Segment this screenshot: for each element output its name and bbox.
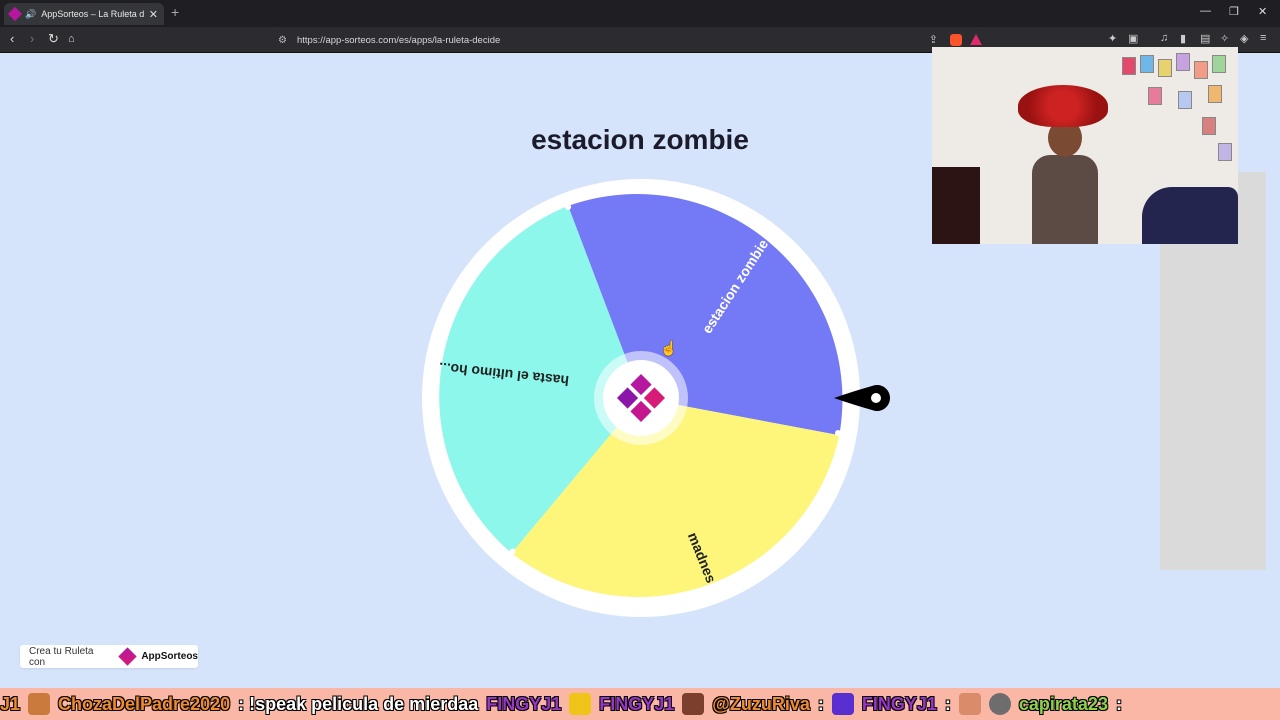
brave-shields-icon[interactable] — [950, 34, 962, 46]
share-icon[interactable]: ⇪ — [929, 33, 938, 46]
new-tab-button[interactable]: + — [171, 4, 179, 20]
wallet-icon[interactable]: ▤ — [1200, 32, 1210, 45]
wheel-svg[interactable]: estacion zombie madnes hasta el ultimo h… — [420, 177, 862, 619]
ticker-separator: : — [1115, 693, 1122, 714]
emote-icon — [958, 693, 981, 715]
menu-icon[interactable]: ≡ — [1260, 32, 1266, 44]
address-bar[interactable]: ⚙ https://app-sorteos.com/es/apps/la-rul… — [270, 30, 990, 50]
close-window-icon[interactable]: ✕ — [1258, 5, 1267, 18]
emote-icon — [988, 693, 1011, 715]
maximize-icon[interactable]: ❐ — [1229, 5, 1239, 18]
ticker-username: ChozaDelPadre2020 — [58, 693, 231, 714]
reload-icon[interactable]: ↻ — [48, 32, 59, 46]
emote-icon — [682, 693, 705, 715]
forward-icon[interactable]: › — [30, 32, 34, 46]
emote-icon — [28, 693, 51, 715]
page-title: estacion zombie — [531, 124, 749, 155]
ticker-username: capirata23 — [1018, 693, 1108, 714]
ticker-username: FINGYJ1 — [861, 693, 937, 714]
ticker-username: FINGYJ1 — [486, 693, 562, 714]
webcam-overlay — [932, 47, 1238, 244]
tab-title: AppSorteos – La Ruleta de la — [41, 9, 144, 19]
home-icon[interactable]: ⌂ — [68, 32, 75, 46]
leo-ai-icon[interactable]: ✧ — [1220, 32, 1229, 45]
media-icon[interactable]: ♫ — [1160, 32, 1168, 44]
emote-icon — [831, 693, 854, 715]
vpn-icon[interactable]: ◈ — [1240, 32, 1248, 45]
emote-icon — [569, 693, 592, 715]
ticker-separator: : — [817, 693, 824, 714]
url-text[interactable]: https://app-sorteos.com/es/apps/la-rulet… — [297, 35, 500, 46]
ticker-username: @ZuzuRiva — [712, 693, 810, 714]
segment-divider-dot — [565, 204, 572, 210]
tab-bar: 🔊 AppSorteos – La Ruleta de la ✕ + — ❐ ✕ — [0, 0, 1280, 27]
footer-brand: AppSorteos — [141, 651, 198, 662]
segment-divider-dot — [835, 430, 841, 436]
site-settings-icon[interactable]: ⚙ — [278, 35, 287, 46]
browser-tab[interactable]: 🔊 AppSorteos – La Ruleta de la ✕ — [4, 3, 164, 25]
speaker-icon[interactable]: 🔊 — [25, 9, 36, 20]
footer-text: Crea tu Ruleta con — [29, 645, 94, 668]
chair — [932, 167, 980, 244]
close-tab-icon[interactable]: ✕ — [149, 8, 158, 21]
roulette-wheel[interactable]: estacion zombie madnes hasta el ultimo h… — [420, 177, 862, 619]
back-icon[interactable]: ‹ — [10, 32, 14, 46]
ticker-separator: : — [944, 693, 951, 714]
streamer-body — [1032, 155, 1098, 244]
brave-rewards-icon[interactable] — [970, 34, 982, 45]
screenshot-icon[interactable]: ▣ — [1128, 32, 1138, 45]
wheel-pointer-icon — [834, 385, 890, 411]
create-roulette-badge[interactable]: Crea tu Ruleta con AppSorteos — [20, 645, 198, 668]
ticker-item: J1 — [0, 693, 21, 714]
segment-divider-dot — [509, 548, 516, 555]
chat-ticker: J1 ChozaDelPadre2020 : !speak pelicula d… — [0, 688, 1280, 720]
spin-button[interactable] — [603, 360, 679, 436]
sidebar-icon[interactable]: ▮ — [1180, 32, 1186, 45]
mouse-cursor-icon: ☝ — [660, 340, 678, 356]
streamer-crown — [1018, 85, 1108, 127]
bag — [1142, 187, 1238, 244]
ticker-username: FINGYJ1 — [599, 693, 675, 714]
extensions-icon[interactable]: ✦ — [1108, 32, 1117, 45]
ticker-message: : !speak pelicula de mierdaa — [238, 693, 479, 714]
appsorteos-favicon-icon — [7, 6, 23, 22]
minimize-icon[interactable]: — — [1200, 5, 1211, 17]
appsorteos-logo-icon — [118, 647, 138, 666]
